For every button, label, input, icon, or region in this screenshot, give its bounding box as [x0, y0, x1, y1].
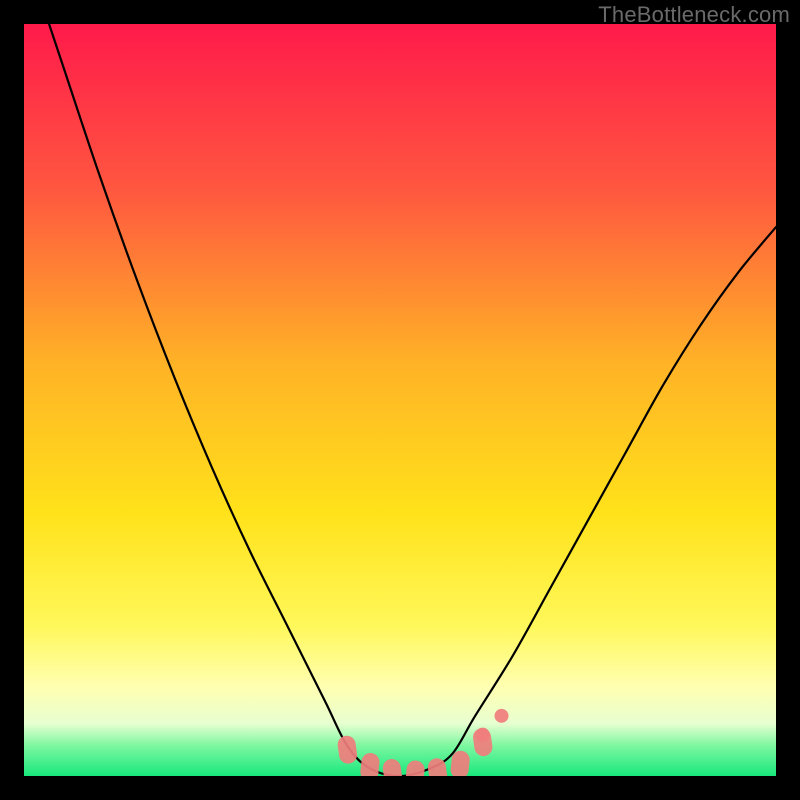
valley-marker: [495, 709, 509, 723]
valley-marker: [476, 728, 490, 742]
plot-area: [24, 24, 776, 776]
bottleneck-chart-svg: [24, 24, 776, 776]
chart-frame: TheBottleneck.com: [0, 0, 800, 800]
chart-background: [24, 24, 776, 776]
